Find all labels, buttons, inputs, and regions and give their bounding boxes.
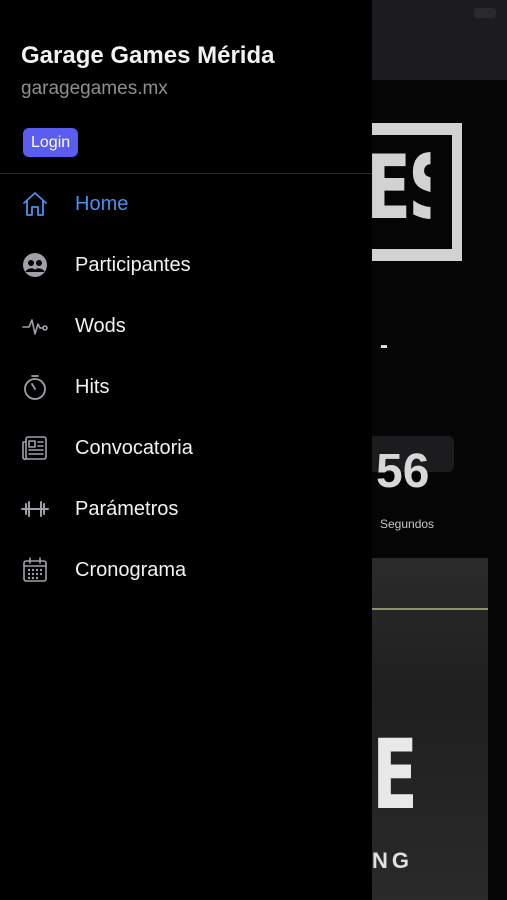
menu-item-wods[interactable]: Wods [0, 296, 372, 357]
stopwatch-icon [21, 373, 49, 401]
battery-icon [474, 8, 496, 18]
menu-item-label: Wods [75, 315, 126, 337]
home-icon [21, 190, 49, 218]
menu-item-label: Home [75, 193, 129, 215]
banner-caption: NG [372, 848, 413, 873]
calendar-icon [21, 556, 49, 584]
menu-item-participantes[interactable]: Participantes [0, 235, 372, 296]
banner-letter: E [372, 719, 418, 831]
menu-item-label: Participantes [75, 254, 191, 276]
participants-icon [21, 251, 49, 279]
background-dash: - [380, 332, 388, 359]
menu-item-label: Parámetros [75, 498, 179, 520]
countdown-value: 56 [376, 445, 430, 498]
app-subtitle: garagegames.mx [21, 78, 168, 99]
menu-item-convocatoria[interactable]: Convocatoria [0, 418, 372, 479]
menu-item-label: Convocatoria [75, 437, 193, 459]
newspaper-icon [21, 434, 49, 462]
side-drawer: Garage Games Mérida garagegames.mx Login… [0, 0, 372, 900]
pulse-icon [21, 312, 49, 340]
menu-item-parametros[interactable]: Parámetros [0, 479, 372, 540]
banner-divider [372, 608, 488, 610]
countdown-unit: Segundos [380, 517, 435, 531]
menu-item-label: Hits [75, 376, 110, 398]
login-button[interactable]: Login [23, 128, 79, 157]
menu-item-hits[interactable]: Hits [0, 357, 372, 418]
dumbbell-icon [21, 495, 49, 523]
menu-item-home[interactable]: Home [0, 174, 372, 235]
menu-item-label: Cronograma [75, 559, 187, 581]
app-title: Garage Games Mérida [21, 42, 275, 69]
background-logo-text: ES [366, 136, 431, 239]
menu-item-cronograma[interactable]: Cronograma [0, 540, 372, 601]
